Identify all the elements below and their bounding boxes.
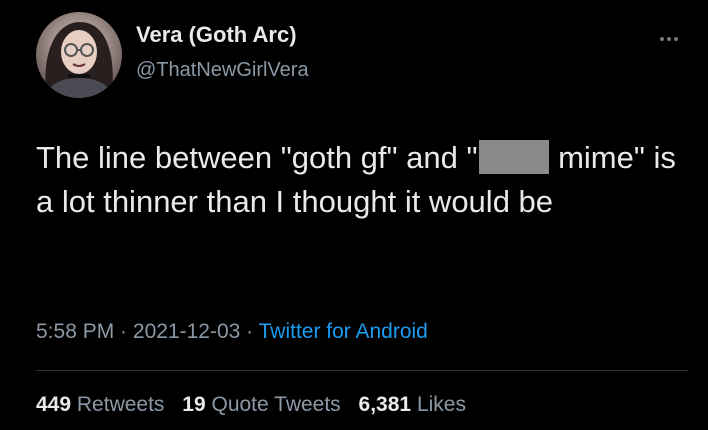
tweet-stats: 449 Retweets 19 Quote Tweets 6,381 Likes [36, 393, 478, 417]
retweets-stat[interactable]: 449 Retweets [36, 393, 164, 416]
tweet-time[interactable]: 5:58 PM [36, 320, 114, 343]
meta-separator: · [240, 320, 259, 343]
likes-stat[interactable]: 6,381 Likes [359, 393, 466, 416]
tweet-source[interactable]: Twitter for Android [259, 320, 428, 343]
divider [36, 370, 688, 371]
retweets-label: Retweets [76, 393, 165, 416]
tweet-card: Vera (Goth Arc) @ThatNewGirlVera The lin… [0, 0, 708, 430]
tweet-meta: 5:58 PM · 2021-12-03 · Twitter for Andro… [36, 320, 428, 344]
avatar[interactable] [36, 12, 122, 98]
tweet-text-part-1: The line between "goth gf" and " [36, 140, 478, 175]
user-handle[interactable]: @ThatNewGirlVera [136, 58, 309, 82]
quotes-count: 19 [182, 393, 206, 416]
redaction-box [479, 140, 550, 174]
tweet-date[interactable]: 2021-12-03 [133, 320, 240, 343]
tweet-text: The line between "goth gf" and " mime" i… [36, 136, 676, 224]
display-name[interactable]: Vera (Goth Arc) [136, 22, 309, 48]
more-options-icon[interactable] [660, 28, 688, 41]
user-info: Vera (Goth Arc) @ThatNewGirlVera [136, 22, 309, 82]
retweets-count: 449 [36, 393, 72, 416]
likes-count: 6,381 [358, 393, 412, 416]
quote-tweets-stat[interactable]: 19 Quote Tweets [182, 393, 340, 416]
meta-separator: · [114, 320, 133, 343]
likes-label: Likes [416, 393, 466, 416]
quotes-label: Quote Tweets [211, 393, 341, 416]
avatar-image [44, 22, 114, 98]
